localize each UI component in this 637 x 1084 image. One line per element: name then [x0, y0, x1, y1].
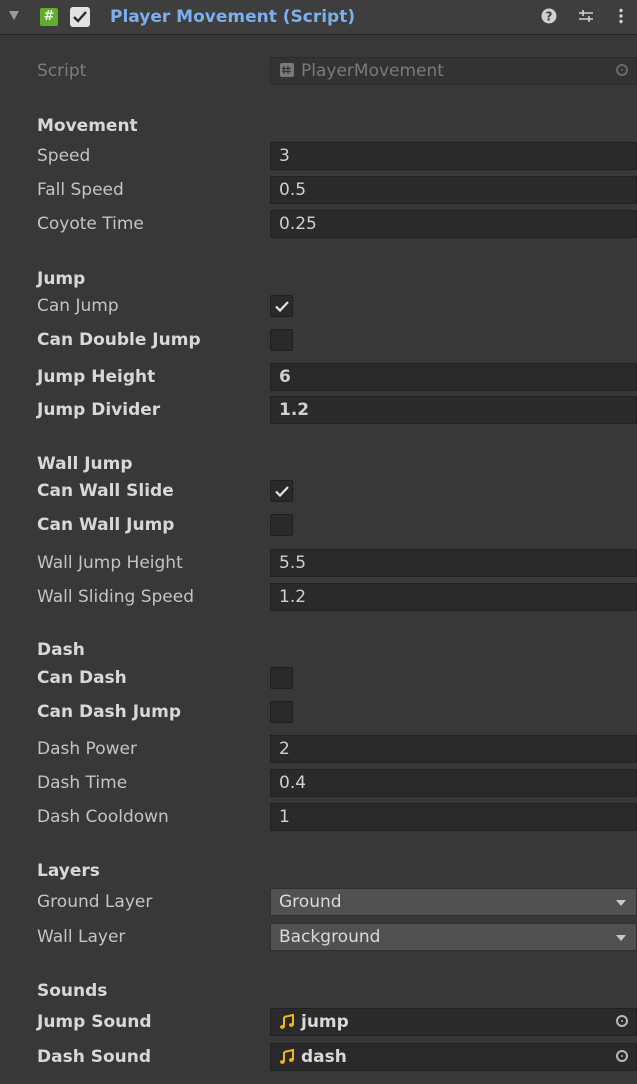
coyote-time-label: Coyote Time: [37, 214, 144, 234]
can-dash-jump-checkbox[interactable]: [270, 701, 293, 723]
can-dash-row: Can Dash: [0, 661, 637, 695]
can-dash-label: Can Dash: [37, 668, 127, 688]
script-file-icon: [279, 63, 295, 79]
can-dash-jump-row: Can Dash Jump: [0, 695, 637, 729]
jump-divider-row: Jump Divider 1.2: [0, 393, 637, 427]
wall-layer-dropdown[interactable]: Background: [270, 923, 637, 951]
jump-divider-field[interactable]: 1.2: [270, 396, 637, 424]
can-wall-slide-label: Can Wall Slide: [37, 481, 174, 501]
context-menu-icon[interactable]: [618, 8, 624, 28]
dash-cooldown-row: Dash Cooldown 1: [0, 800, 637, 834]
ground-layer-label: Ground Layer: [37, 892, 153, 912]
foldout-arrow-icon[interactable]: [9, 11, 19, 20]
can-wall-jump-checkbox[interactable]: [270, 514, 293, 536]
audio-clip-icon: [279, 1048, 295, 1065]
dash-sound-field[interactable]: dash: [270, 1043, 637, 1071]
dropdown-arrow-icon: [616, 900, 626, 906]
dash-time-row: Dash Time 0.4: [0, 766, 637, 800]
wall-sliding-speed-row: Wall Sliding Speed 1.2: [0, 580, 637, 614]
can-dash-jump-label: Can Dash Jump: [37, 702, 182, 722]
checkmark-icon: [275, 486, 289, 498]
dropdown-arrow-icon: [616, 935, 626, 941]
can-jump-label: Can Jump: [37, 296, 119, 316]
component-title: Player Movement (Script): [110, 7, 356, 27]
can-jump-checkbox[interactable]: [270, 295, 293, 317]
wall-layer-value: Background: [279, 927, 381, 947]
script-label: Script: [37, 61, 87, 81]
script-field: PlayerMovement: [270, 57, 637, 85]
checkmark-icon: [73, 11, 87, 23]
script-icon: #: [40, 8, 58, 26]
can-wall-slide-row: Can Wall Slide: [0, 474, 637, 508]
can-wall-jump-row: Can Wall Jump: [0, 508, 637, 542]
jump-sound-label: Jump Sound: [37, 1012, 152, 1032]
dash-time-label: Dash Time: [37, 773, 128, 793]
section-layers: Layers: [37, 861, 100, 881]
jump-divider-label: Jump Divider: [37, 400, 161, 420]
wall-sliding-speed-field[interactable]: 1.2: [270, 583, 637, 611]
jump-height-label: Jump Height: [37, 367, 156, 387]
jump-sound-field[interactable]: jump: [270, 1008, 637, 1036]
dash-power-field[interactable]: 2: [270, 735, 637, 763]
fall-speed-label: Fall Speed: [37, 180, 124, 200]
can-double-jump-checkbox[interactable]: [270, 329, 293, 351]
jump-height-row: Jump Height 6: [0, 360, 637, 394]
dash-sound-value: dash: [301, 1047, 347, 1067]
script-row: Script PlayerMovement: [0, 54, 637, 88]
can-dash-checkbox[interactable]: [270, 667, 293, 689]
checkmark-icon: [275, 301, 289, 313]
dash-power-row: Dash Power 2: [0, 732, 637, 766]
can-wall-slide-checkbox[interactable]: [270, 480, 293, 502]
jump-sound-row: Jump Sound jump: [0, 1005, 637, 1039]
ground-layer-row: Ground Layer Ground: [0, 885, 637, 919]
can-double-jump-row: Can Double Jump: [0, 323, 637, 357]
speed-label: Speed: [37, 146, 91, 166]
component-enabled-checkbox[interactable]: [70, 7, 90, 27]
component-header[interactable]: # Player Movement (Script) ?: [0, 0, 637, 35]
can-double-jump-label: Can Double Jump: [37, 330, 201, 350]
wall-jump-height-field[interactable]: 5.5: [270, 549, 637, 577]
dash-time-field[interactable]: 0.4: [270, 769, 637, 797]
section-dash: Dash: [37, 640, 85, 660]
ground-layer-dropdown[interactable]: Ground: [270, 888, 637, 916]
fall-speed-row: Fall Speed 0.5: [0, 173, 637, 207]
jump-height-field[interactable]: 6: [270, 363, 637, 391]
coyote-time-row: Coyote Time 0.25: [0, 207, 637, 241]
dash-cooldown-label: Dash Cooldown: [37, 807, 169, 827]
wall-jump-height-label: Wall Jump Height: [37, 553, 183, 573]
object-picker-icon: [616, 64, 628, 76]
wall-layer-row: Wall Layer Background: [0, 920, 637, 954]
audio-clip-icon: [279, 1013, 295, 1030]
dash-sound-row: Dash Sound dash: [0, 1040, 637, 1074]
wall-sliding-speed-label: Wall Sliding Speed: [37, 587, 195, 607]
dash-power-label: Dash Power: [37, 739, 137, 759]
ground-layer-value: Ground: [279, 892, 342, 912]
wall-jump-height-row: Wall Jump Height 5.5: [0, 546, 637, 580]
presets-icon[interactable]: [578, 8, 594, 28]
wall-layer-label: Wall Layer: [37, 927, 126, 947]
can-wall-jump-label: Can Wall Jump: [37, 515, 175, 535]
speed-field[interactable]: 3: [270, 142, 637, 170]
svg-text:?: ?: [546, 10, 553, 24]
dash-cooldown-field[interactable]: 1: [270, 803, 637, 831]
coyote-time-field[interactable]: 0.25: [270, 210, 637, 238]
script-value: PlayerMovement: [301, 61, 444, 81]
jump-sound-value: jump: [301, 1012, 349, 1032]
object-picker-icon[interactable]: [616, 1015, 628, 1027]
dash-sound-label: Dash Sound: [37, 1047, 152, 1067]
fall-speed-field[interactable]: 0.5: [270, 176, 637, 204]
help-icon[interactable]: ?: [541, 8, 557, 28]
object-picker-icon[interactable]: [616, 1050, 628, 1062]
section-sounds: Sounds: [37, 981, 108, 1001]
can-jump-row: Can Jump: [0, 289, 637, 323]
speed-row: Speed 3: [0, 139, 637, 173]
section-movement: Movement: [37, 116, 138, 136]
